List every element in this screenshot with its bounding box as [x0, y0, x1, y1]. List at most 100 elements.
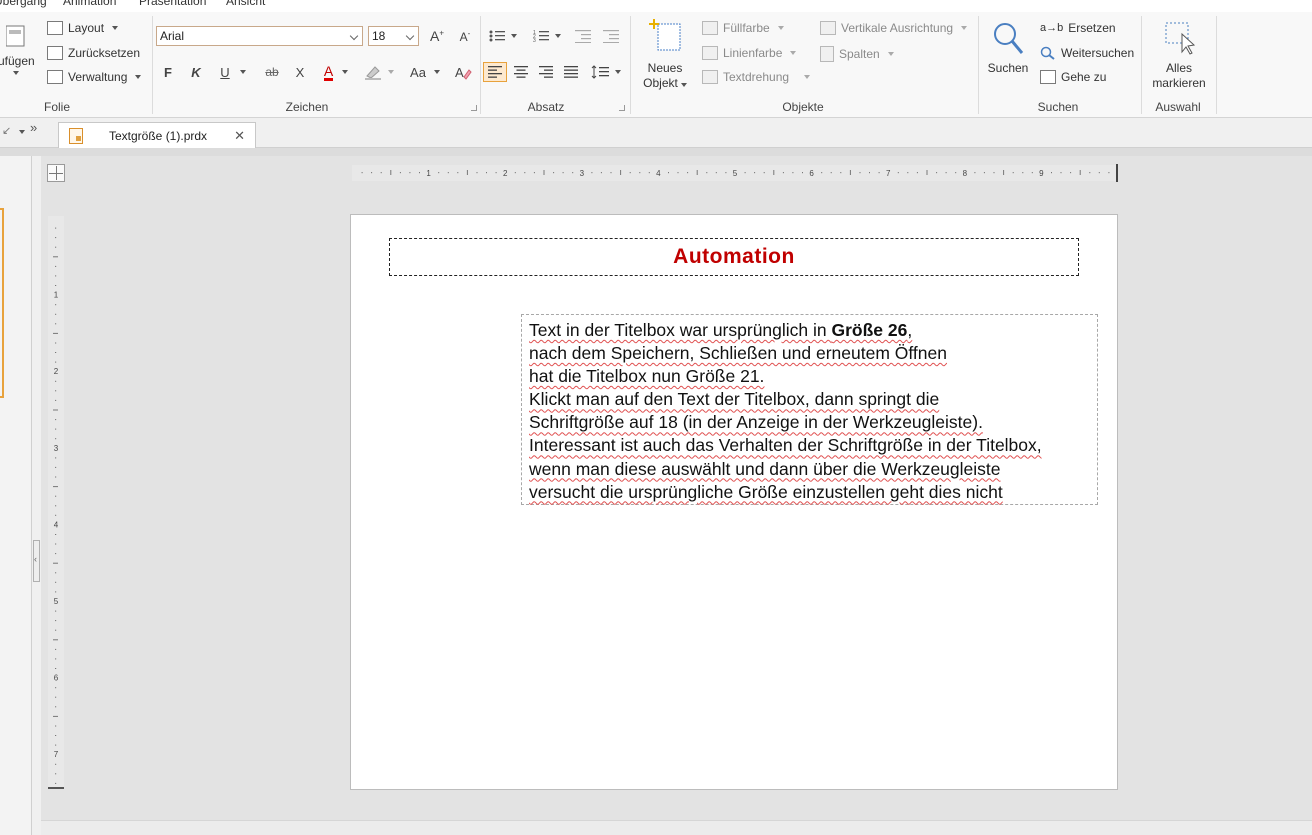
ruler-tick [725, 172, 727, 174]
body-text-line[interactable]: Text in der Titelbox war ursprünglich in… [529, 319, 1097, 342]
ruler-tick [983, 172, 985, 174]
ruler-tick [849, 170, 851, 175]
underline-icon: U [220, 64, 230, 80]
menu-item-animation[interactable]: Animation [63, 0, 116, 8]
fill-color-button[interactable]: Füllfarbe [702, 21, 784, 35]
decrease-indent-button[interactable] [574, 26, 592, 46]
horizontal-scrollbar[interactable] [41, 820, 1312, 835]
columns-button[interactable]: Spalten [820, 46, 894, 62]
chevron-double-right-icon[interactable]: » [30, 120, 37, 135]
body-text-line[interactable]: hat die Titelbox nun Größe 21. [529, 365, 1097, 388]
text-rotation-button[interactable]: Textdrehung [702, 70, 811, 84]
vertical-align-button[interactable]: Vertikale Ausrichtung [820, 21, 968, 35]
justify-button[interactable] [562, 62, 580, 82]
ruler-label: 2 [503, 169, 508, 178]
columns-icon [820, 46, 834, 62]
document-tab[interactable]: Textgröße (1).prdx ✕ [58, 122, 256, 148]
ruler-tick [457, 172, 459, 174]
vertical-ruler[interactable]: 1 2 3 4 5 6 7 [48, 216, 64, 789]
select-all-button[interactable]: Alles markieren [1150, 20, 1208, 91]
ruler-margin-marker[interactable] [1116, 164, 1118, 182]
slide-thumbnail-panel[interactable] [0, 156, 32, 835]
ruler-tick [802, 172, 803, 174]
layout-button[interactable]: Layout [47, 21, 119, 35]
panel-splitter-handle[interactable]: ‹ [33, 540, 40, 582]
tab-nav-icon[interactable]: ↙ [2, 124, 11, 137]
replace-button[interactable]: a→b Ersetzen [1040, 21, 1116, 35]
slide-title-text[interactable]: Automation [673, 245, 795, 269]
ruler-label: 5 [733, 169, 738, 178]
title-textbox[interactable]: Automation [389, 238, 1079, 276]
chevron-down-icon[interactable] [19, 130, 25, 134]
ruler-label: 5 [54, 597, 59, 606]
find-next-button[interactable]: Weitersuchen [1040, 46, 1134, 60]
ruler-tick [55, 399, 57, 401]
align-left-button[interactable] [483, 62, 507, 82]
body-text-line[interactable]: Klickt man auf den Text der Titelbox, da… [529, 388, 1097, 411]
dialog-launcher-icon[interactable] [471, 105, 477, 111]
align-center-button[interactable] [512, 62, 530, 82]
select-all-label: Alles [1165, 61, 1192, 75]
font-color-button[interactable]: A [318, 62, 354, 82]
align-right-button[interactable] [537, 62, 555, 82]
ruler-origin-button[interactable] [47, 164, 65, 182]
ruler-tick [55, 591, 57, 593]
italic-button[interactable]: K [188, 62, 204, 82]
document-file-icon [69, 127, 83, 144]
new-object-button[interactable]: Neues Objekt [636, 19, 694, 91]
ruler-tick [543, 170, 545, 175]
horizontal-ruler-ticks: 1 2 3 4 5 6 7 8 9 [361, 169, 1110, 178]
ruler-tick [55, 581, 57, 583]
highlight-button[interactable] [362, 62, 396, 82]
ruler-tick [744, 172, 746, 174]
ruler-tick [55, 534, 57, 535]
insert-slide-button[interactable]: ufügen [0, 24, 35, 75]
dialog-launcher-icon[interactable] [619, 105, 625, 111]
underline-button[interactable]: U [216, 62, 250, 82]
body-textbox[interactable]: Text in der Titelbox war ursprünglich in… [521, 314, 1098, 505]
selected-slide-thumbnail[interactable] [0, 208, 4, 398]
font-family-value: Arial [160, 29, 185, 43]
body-text-line[interactable]: nach dem Speichern, Schließen und erneut… [529, 342, 1097, 365]
increase-indent-button[interactable] [602, 26, 620, 46]
format-painter-button[interactable]: A [454, 62, 472, 82]
font-family-select[interactable]: Arial [156, 26, 363, 46]
bold-icon: F [164, 64, 172, 80]
change-case-button[interactable]: Aa [408, 62, 442, 82]
strikethrough-button[interactable]: ab [263, 62, 281, 82]
shrink-font-button[interactable]: A- [456, 26, 474, 46]
font-size-value: 18 [372, 29, 386, 43]
close-icon[interactable]: ✕ [234, 128, 245, 144]
menu-item-uebergang[interactable]: Übergang [0, 0, 47, 8]
insert-slide-label: ufügen [0, 54, 35, 68]
line-spacing-button[interactable] [588, 62, 624, 82]
manage-label: Verwaltung [68, 70, 128, 84]
clear-format-button[interactable]: X [292, 62, 308, 82]
menu-item-praesentation[interactable]: Präsentation [139, 0, 206, 8]
ruler-tick [553, 172, 555, 174]
grow-font-button[interactable]: A+ [428, 26, 446, 46]
body-text-line[interactable]: Schriftgröße auf 18 (in der Anzeige in d… [529, 411, 1097, 434]
bold-button[interactable]: F [160, 62, 176, 82]
manage-button[interactable]: Verwaltung [47, 70, 142, 84]
reset-button[interactable]: Zurücksetzen [47, 46, 140, 60]
ruler-tick [840, 172, 842, 174]
body-text-line[interactable]: Interessant ist auch das Verhalten der S… [529, 434, 1097, 457]
slide-canvas[interactable]: Automation Text in der Titelbox war ursp… [350, 214, 1118, 790]
horizontal-ruler[interactable]: 1 2 3 4 5 6 7 8 9 [352, 164, 1118, 182]
body-text-line[interactable]: versucht die ursprüngliche Größe einzust… [529, 481, 1097, 504]
ruler-tick [55, 352, 57, 353]
goto-button[interactable]: Gehe zu [1040, 70, 1106, 84]
search-button[interactable]: Suchen [984, 20, 1032, 76]
ruler-tick [409, 172, 411, 174]
line-color-label: Linienfarbe [723, 46, 783, 60]
body-text-line[interactable]: wenn man diese auswählt und dann über di… [529, 458, 1097, 481]
replace-icon: a→b [1040, 22, 1064, 34]
ruler-label: 1 [54, 291, 59, 300]
font-size-select[interactable]: 18 [368, 26, 419, 46]
line-color-button[interactable]: Linienfarbe [702, 46, 797, 60]
numbered-list-button[interactable]: 123 [530, 26, 564, 46]
menu-item-ansicht[interactable]: Ansicht [226, 0, 265, 8]
columns-label: Spalten [839, 47, 880, 61]
bullet-list-button[interactable] [486, 26, 520, 46]
